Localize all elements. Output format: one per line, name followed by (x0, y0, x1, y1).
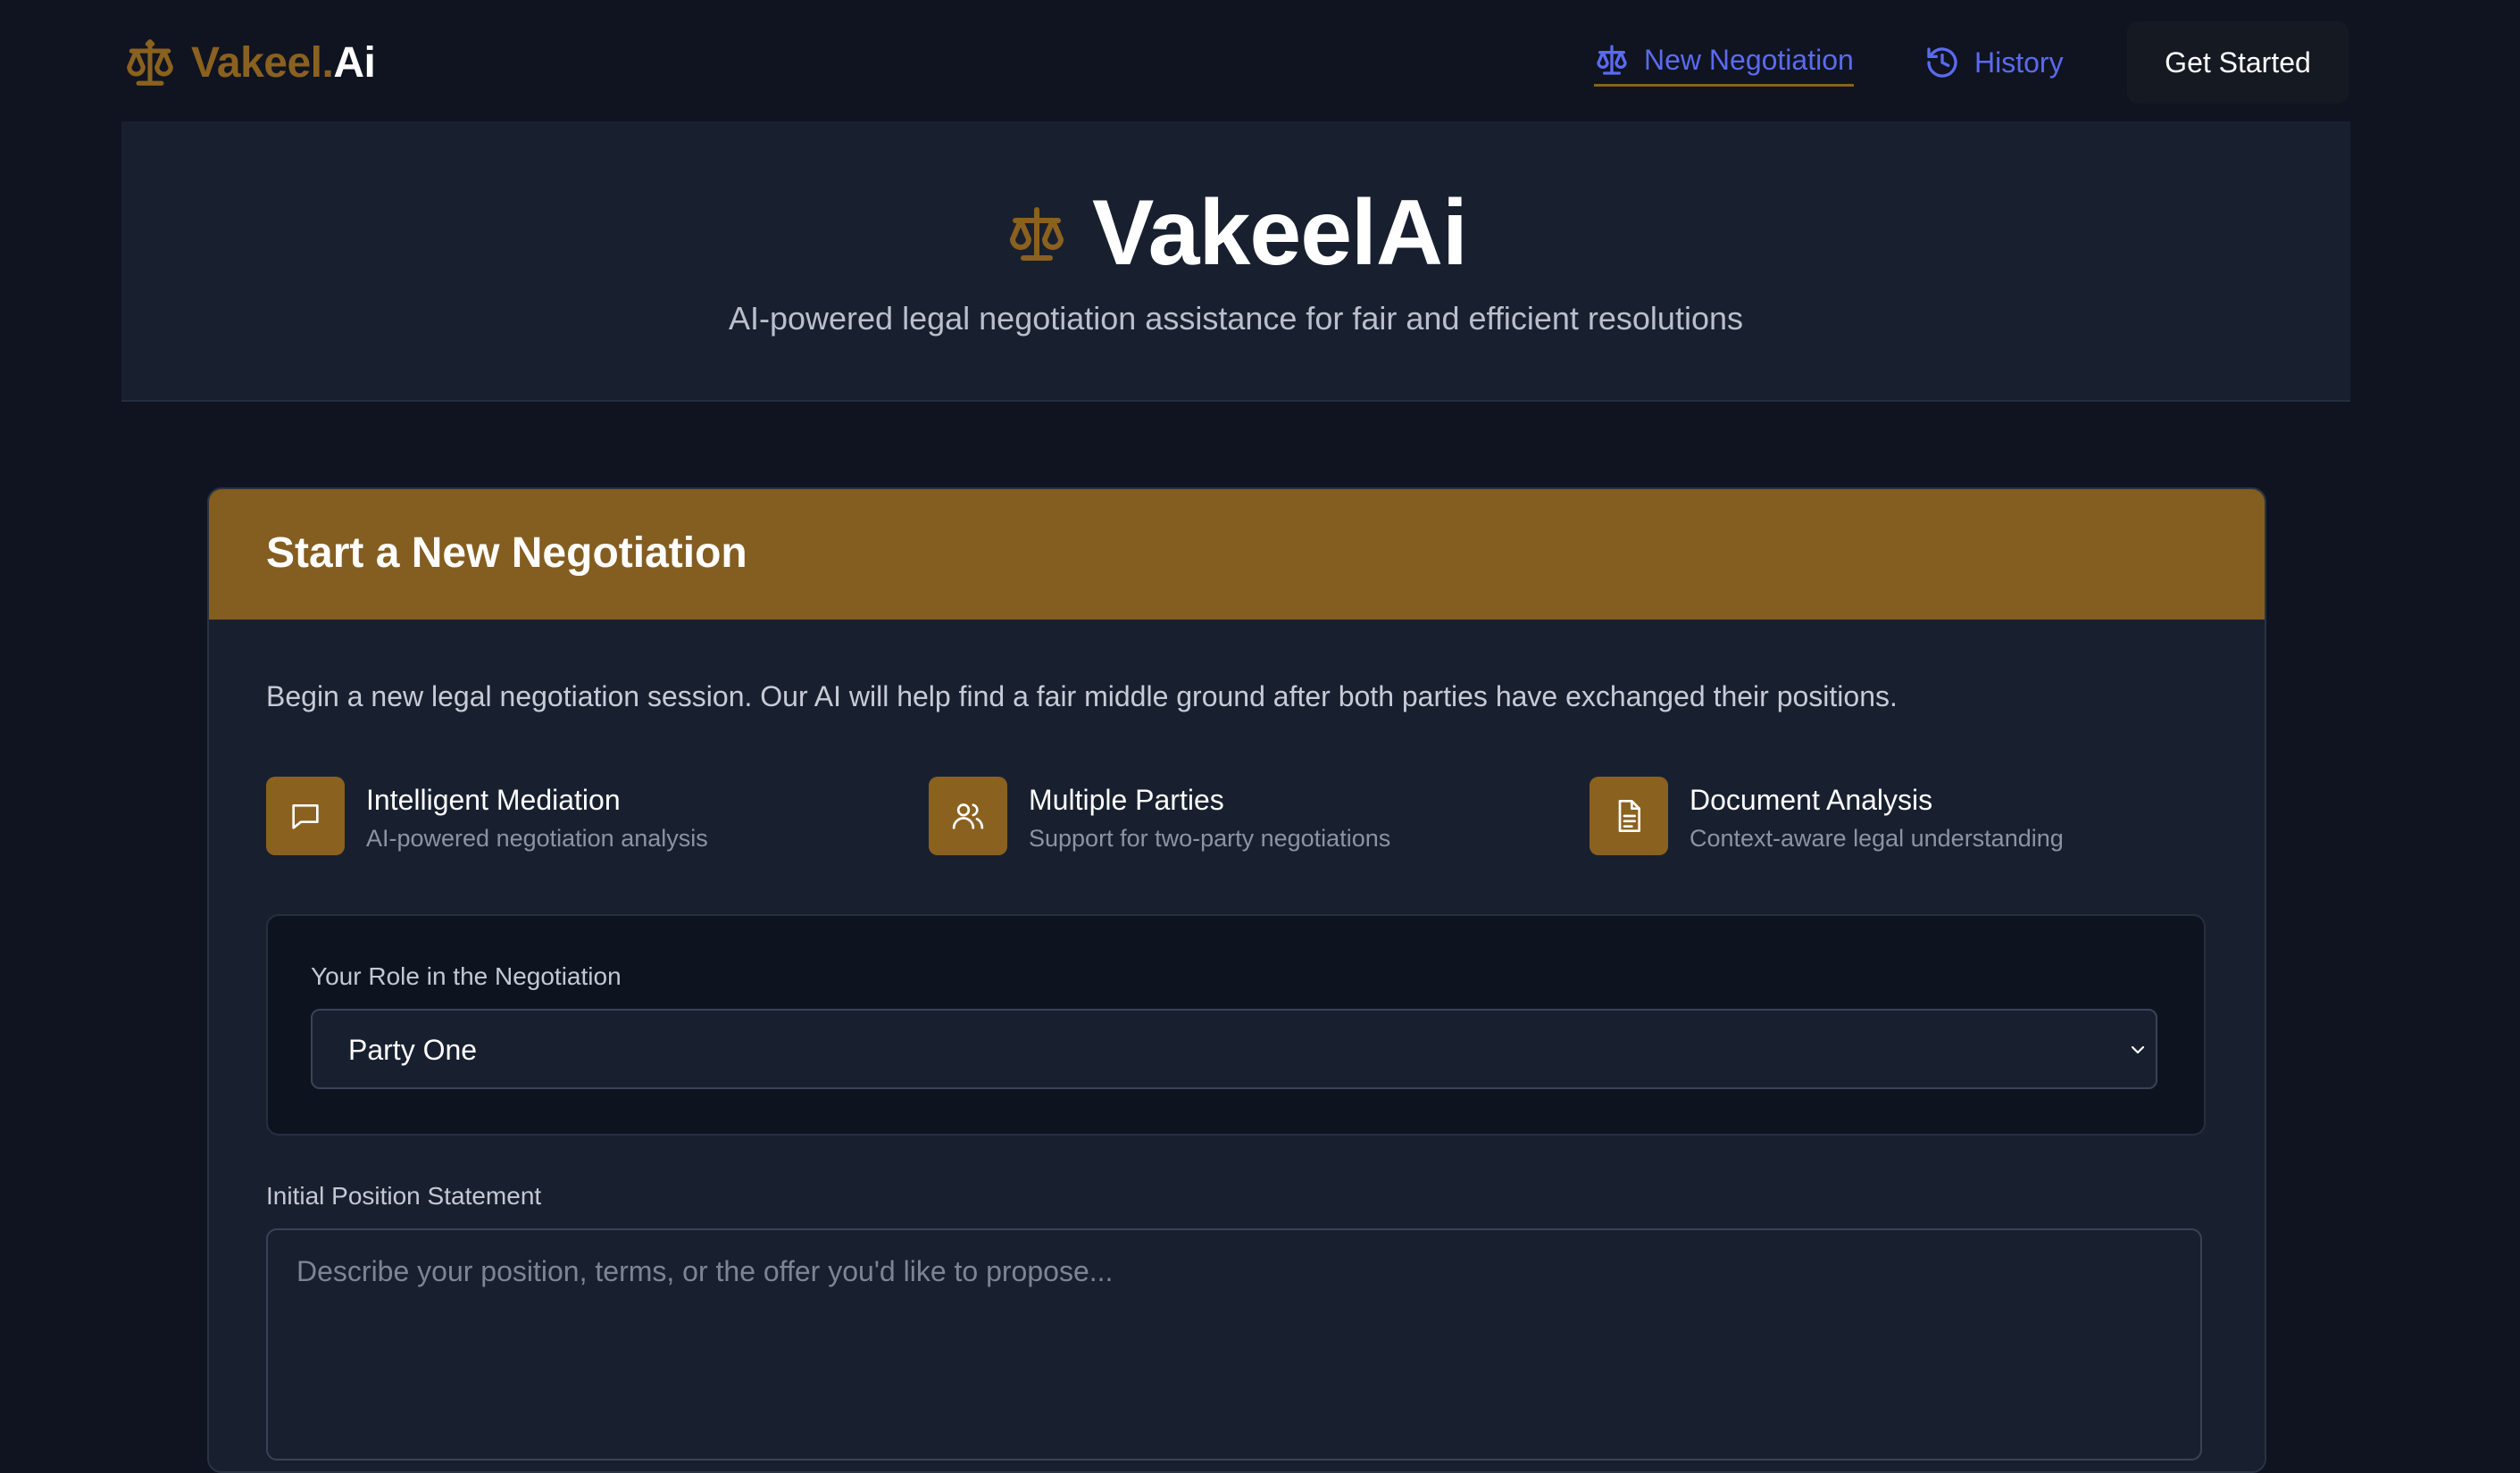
role-section: Your Role in the Negotiation Party One (266, 914, 2206, 1136)
history-icon (1924, 45, 1960, 80)
page-title: VakeelAi (1092, 181, 1468, 285)
scale-icon (122, 35, 178, 90)
nav-link-label: History (1974, 46, 2064, 79)
nav-link-label: New Negotiation (1644, 43, 1854, 76)
card-header: Start a New Negotiation (209, 489, 2265, 620)
brand-name-part2: Ai (333, 38, 376, 87)
scale-icon (1594, 42, 1630, 78)
document-icon (1590, 777, 1668, 855)
hero-banner: VakeelAi AI-powered legal negotiation as… (121, 121, 2350, 402)
feature-description: Support for two-party negotiations (1029, 825, 1391, 852)
get-started-button[interactable]: Get Started (2127, 21, 2349, 104)
feature-title: Document Analysis (1690, 784, 1933, 816)
position-statement-input[interactable] (266, 1228, 2202, 1461)
nav-link-new-negotiation[interactable]: New Negotiation (1594, 36, 1854, 87)
role-select-value: Party One (348, 1034, 478, 1066)
chevron-down-icon (2127, 1039, 2149, 1061)
feature-description: Context-aware legal understanding (1690, 825, 2064, 852)
message-icon (266, 777, 345, 855)
brand-logo[interactable]: Vakeel.Ai (122, 34, 376, 91)
page-subtitle: AI-powered legal negotiation assistance … (728, 300, 1743, 337)
top-nav: Vakeel.Ai New Negotiation History Get St… (0, 0, 2520, 121)
feature-description: AI-powered negotiation analysis (366, 825, 708, 852)
brand-name-part1: Vakeel. (191, 38, 334, 87)
role-select[interactable]: Party One (311, 1009, 2157, 1089)
hero-title-row: VakeelAi (121, 180, 2350, 287)
feature-title: Intelligent Mediation (366, 784, 621, 816)
statement-label: Initial Position Statement (266, 1182, 542, 1210)
nav-link-history[interactable]: History (1924, 36, 2064, 89)
scale-icon (1005, 202, 1069, 266)
role-label: Your Role in the Negotiation (311, 962, 622, 990)
card-title: Start a New Negotiation (266, 529, 747, 577)
new-negotiation-card: Start a New Negotiation Begin a new lega… (207, 487, 2266, 1473)
card-intro-text: Begin a new legal negotiation session. O… (266, 680, 1898, 712)
users-icon (929, 777, 1007, 855)
feature-title: Multiple Parties (1029, 784, 1224, 816)
